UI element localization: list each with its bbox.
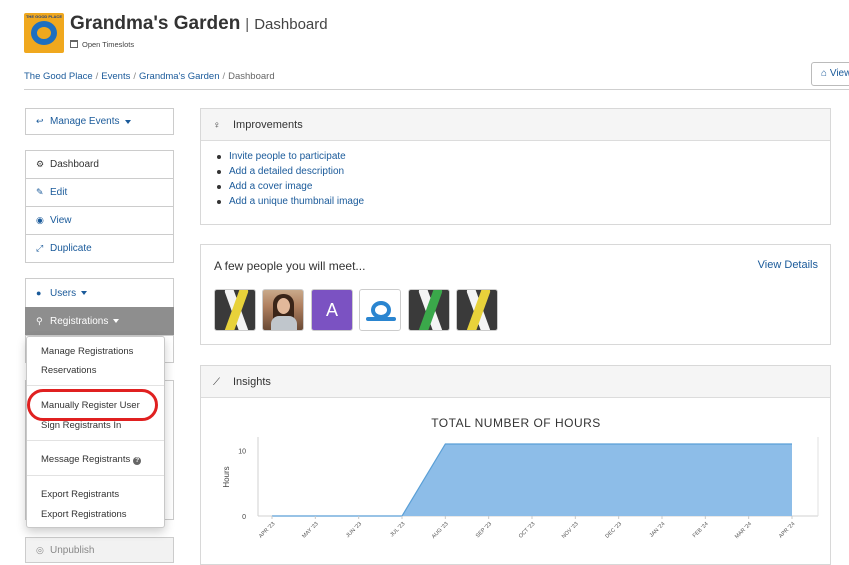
people-panel: A few people you will meet... View Detai… [200, 244, 831, 345]
avatar[interactable] [408, 289, 450, 331]
avatar[interactable] [359, 289, 401, 331]
message-registrants-label: Message Registrants [41, 454, 131, 465]
improvements-header: ♀ Improvements [201, 109, 830, 141]
breadcrumb-link-organization[interactable]: The Good Place [24, 71, 93, 82]
chart-x-tick-label: JUL '23 [389, 521, 406, 538]
caret-down-icon [81, 291, 88, 295]
calendar-icon [70, 40, 78, 48]
help-icon: ? [133, 457, 142, 465]
chart-x-tick-label: JUN '23 [345, 521, 363, 539]
avatar[interactable] [214, 289, 256, 331]
eye-icon: ◉ [36, 215, 44, 225]
avatar[interactable] [262, 289, 304, 331]
page-title: Grandma's Garden | Dashboard [70, 13, 328, 35]
chart-x-tick-label: APR '24 [778, 521, 796, 539]
menu-item-reservations[interactable]: Reservations [41, 365, 96, 376]
line-chart-icon: ⟋ [213, 377, 220, 388]
nav-dashboard-label: Dashboard [50, 159, 99, 170]
improvement-link-cover-image[interactable]: Add a cover image [215, 181, 364, 196]
breadcrumb-link-events[interactable]: Events [101, 71, 130, 82]
users-label: Users [50, 287, 77, 299]
manage-events-label: Manage Events [50, 116, 120, 127]
view-button-label: View [829, 68, 849, 79]
breadcrumb: The Good Place / Events / Grandma's Garden / D… [24, 71, 275, 82]
chart-x-tick-label: APR '23 [258, 521, 276, 539]
caret-down-icon [113, 319, 120, 323]
improvement-link-description[interactable]: Add a detailed description [215, 166, 364, 181]
avatar-letter: A [325, 300, 338, 320]
chart-x-tick-label: JAN '24 [649, 521, 667, 539]
gears-icon: ⚙ [36, 159, 45, 169]
chart-x-tick-label: NOV '23 [561, 521, 580, 540]
organization-logo: THE GOOD PLACE [24, 13, 64, 53]
menu-item-message-registrants[interactable]: Message Registrants? [41, 454, 142, 465]
improvements-title: Improvements [233, 119, 303, 131]
view-button[interactable]: ⌂ View [811, 62, 849, 86]
expand-arrows-icon: ⤢ [36, 243, 44, 253]
event-title: Grandma's Garden [70, 13, 241, 34]
logo-text: THE GOOD PLACE [25, 14, 62, 19]
registrations-label: Registrations [50, 315, 109, 327]
improvement-link-invite[interactable]: Invite people to participate [215, 151, 364, 166]
chart-x-tick-label: SEP '23 [475, 521, 493, 539]
improvement-link-thumbnail[interactable]: Add a unique thumbnail image [215, 196, 364, 211]
nav-edit-label: Edit [50, 187, 68, 198]
user-icon: ● [36, 288, 42, 298]
timeslots-label: Open Timeslots [82, 40, 135, 49]
nav-edit[interactable]: ✎ Edit [25, 178, 174, 207]
nav-duplicate-label: Duplicate [50, 243, 92, 254]
breadcrumb-current: Dashboard [228, 71, 275, 82]
nav-view[interactable]: ◉ View [25, 206, 174, 235]
menu-item-manage-registrations[interactable]: Manage Registrations [41, 346, 133, 357]
insights-header: ⟋ Insights [201, 366, 830, 398]
menu-item-export-registrants[interactable]: Export Registrants [41, 489, 119, 500]
unpublish-button[interactable]: ◎ Unpublish [25, 537, 174, 563]
users-menu-button[interactable]: ● Users [25, 278, 174, 308]
nav-duplicate[interactable]: ⤢ Duplicate [25, 234, 174, 263]
insights-title: Insights [233, 376, 271, 388]
chart-x-tick-label: DEC '23 [604, 521, 623, 540]
map-marker-icon: ⚲ [36, 315, 43, 326]
nav-dashboard[interactable]: ⚙ Dashboard [25, 150, 174, 179]
chart-x-tick-label: MAY '23 [301, 521, 319, 539]
eye-slash-icon: ◎ [36, 544, 44, 555]
title-separator: | [245, 16, 250, 33]
unpublish-label: Unpublish [50, 544, 95, 556]
chart-x-tick-label: FEB '24 [692, 521, 710, 539]
avatar[interactable]: A [311, 289, 353, 331]
improvements-list: Invite people to participate Add a detai… [215, 151, 364, 211]
chart-area-series-hours [272, 444, 792, 516]
registrations-dropdown: Manage Registrations Reservations Manual… [26, 336, 165, 528]
chart-y-tick-label: 0 [242, 514, 246, 521]
pencil-icon: ✎ [36, 187, 44, 197]
chart-x-tick-label: MAR '24 [734, 521, 753, 540]
menu-divider [27, 475, 164, 476]
manage-events-button[interactable]: ↩ Manage Events [25, 108, 174, 135]
page-subtitle: Dashboard [254, 16, 328, 33]
improvements-panel: ♀ Improvements Invite people to participa… [200, 108, 831, 225]
view-details-link[interactable]: View Details [758, 259, 818, 271]
home-icon: ⌂ [821, 68, 828, 79]
chart-x-tick-label: AUG '23 [431, 521, 450, 540]
header-divider [24, 89, 849, 90]
nav-view-label: View [50, 215, 72, 226]
chart-y-tick-label: 10 [238, 449, 246, 456]
timeslots-indicator: Open Timeslots [70, 40, 134, 49]
breadcrumb-link-event[interactable]: Grandma's Garden [139, 71, 220, 82]
hours-chart: 0 10 Hours APR '23 MAY '23 JUN '23 JUL '23 AUG … [222, 437, 819, 540]
menu-item-export-registrations[interactable]: Export Registrations [41, 509, 127, 520]
reply-arrow-icon: ↩ [36, 116, 44, 126]
menu-divider [27, 385, 164, 386]
registrations-menu-button[interactable]: ⚲ Registrations [25, 307, 174, 335]
insights-panel: ⟋ Insights TOTAL NUMBER OF HOURS 0 10 Hours… [200, 365, 831, 565]
people-title: A few people you will meet... [214, 259, 366, 273]
lightbulb-icon: ♀ [213, 120, 221, 131]
menu-divider [27, 440, 164, 441]
avatar[interactable] [456, 289, 498, 331]
caret-down-icon [124, 119, 131, 124]
chart-y-axis-label: Hours [222, 466, 231, 487]
menu-item-sign-registrants-in[interactable]: Sign Registrants In [41, 420, 121, 431]
highlight-annotation [27, 389, 158, 421]
chart-x-tick-label: OCT '23 [518, 521, 537, 540]
